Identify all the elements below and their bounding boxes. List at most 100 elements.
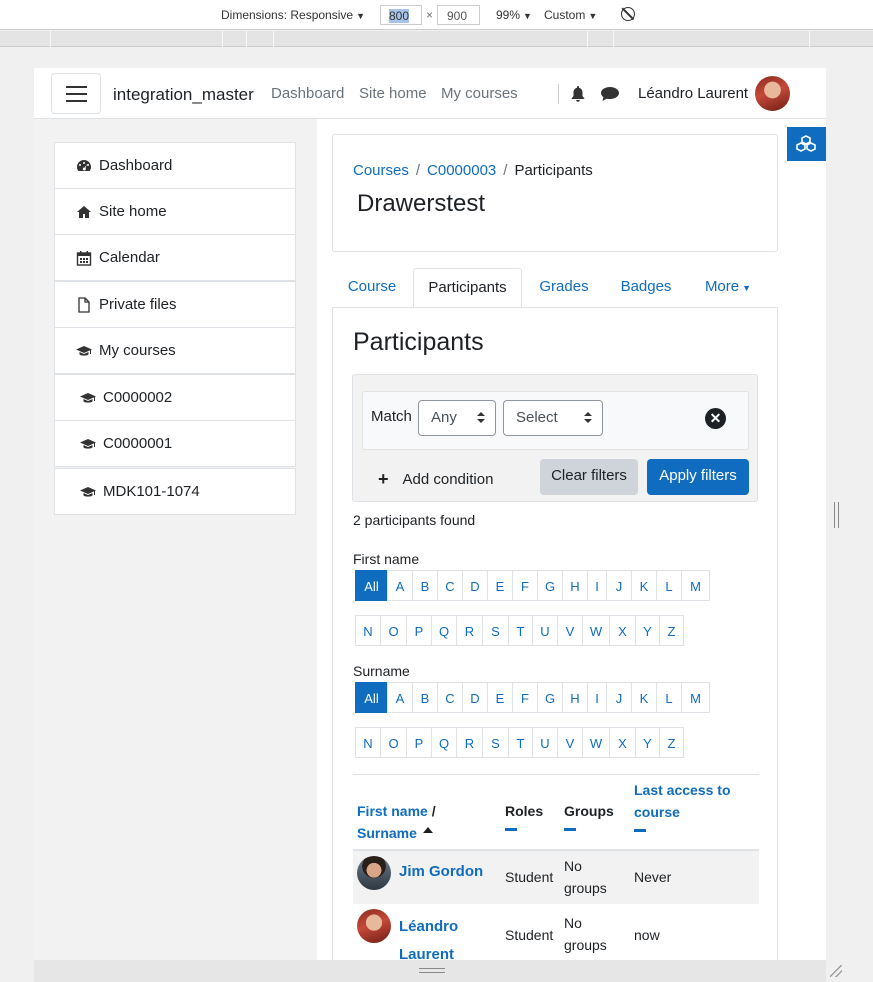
first-name-initial-k[interactable]: K bbox=[631, 570, 657, 601]
nav-link-my-courses[interactable]: My courses bbox=[441, 85, 518, 102]
first-name-initial-r[interactable]: R bbox=[456, 615, 483, 646]
first-name-initial-all[interactable]: All bbox=[355, 570, 388, 601]
drawer-toggle-button[interactable] bbox=[51, 73, 101, 114]
surname-initial-q[interactable]: Q bbox=[431, 727, 457, 758]
sort-first-name-link[interactable]: First name bbox=[357, 803, 428, 819]
collapse-column-icon[interactable] bbox=[634, 829, 646, 832]
resize-bar-bottom[interactable] bbox=[34, 960, 826, 982]
nav-link-dashboard[interactable]: Dashboard bbox=[271, 85, 344, 102]
drawer-item-my-courses[interactable]: My courses bbox=[54, 327, 296, 374]
drawer-item-course-c0000001[interactable]: C0000001 bbox=[54, 420, 296, 467]
first-name-initial-n[interactable]: N bbox=[355, 615, 381, 646]
first-name-initial-p[interactable]: P bbox=[406, 615, 432, 646]
first-name-initial-a[interactable]: A bbox=[387, 570, 413, 601]
surname-initial-f[interactable]: F bbox=[512, 682, 538, 713]
surname-initial-y[interactable]: Y bbox=[635, 727, 660, 758]
tab-badges[interactable]: Badges bbox=[605, 268, 687, 308]
drawer-item-dashboard[interactable]: Dashboard bbox=[54, 142, 296, 189]
first-name-initial-w[interactable]: W bbox=[582, 615, 610, 646]
drawer-item-site-home[interactable]: Site home bbox=[54, 188, 296, 235]
surname-initial-t[interactable]: T bbox=[508, 727, 533, 758]
surname-initial-i[interactable]: I bbox=[587, 682, 607, 713]
first-name-initial-y[interactable]: Y bbox=[635, 615, 660, 646]
surname-initial-d[interactable]: D bbox=[462, 682, 488, 713]
surname-initial-z[interactable]: Z bbox=[659, 727, 684, 758]
drawer-item-calendar[interactable]: Calendar bbox=[54, 234, 296, 281]
surname-initial-r[interactable]: R bbox=[456, 727, 483, 758]
match-select[interactable]: Any bbox=[418, 400, 496, 436]
surname-initial-k[interactable]: K bbox=[631, 682, 657, 713]
surname-initial-h[interactable]: H bbox=[562, 682, 588, 713]
resize-handle-corner[interactable] bbox=[830, 965, 842, 977]
first-name-initial-j[interactable]: J bbox=[606, 570, 632, 601]
surname-initial-v[interactable]: V bbox=[557, 727, 583, 758]
filter-type-select[interactable]: Select bbox=[503, 400, 603, 436]
participant-avatar[interactable] bbox=[357, 856, 391, 890]
first-name-initial-d[interactable]: D bbox=[462, 570, 488, 601]
collapse-column-icon[interactable] bbox=[505, 828, 517, 831]
first-name-initial-l[interactable]: L bbox=[656, 570, 682, 601]
tab-grades[interactable]: Grades bbox=[524, 268, 604, 308]
sort-surname-link[interactable]: Surname bbox=[357, 825, 417, 841]
tab-course[interactable]: Course bbox=[332, 268, 412, 308]
open-block-drawer-button[interactable] bbox=[787, 127, 826, 161]
width-input[interactable]: 800 bbox=[380, 5, 422, 25]
surname-initial-n[interactable]: N bbox=[355, 727, 381, 758]
breadcrumb-courses[interactable]: Courses bbox=[353, 162, 409, 179]
site-name[interactable]: integration_master bbox=[113, 85, 254, 105]
surname-initial-a[interactable]: A bbox=[387, 682, 413, 713]
first-name-initial-t[interactable]: T bbox=[508, 615, 533, 646]
first-name-initial-h[interactable]: H bbox=[562, 570, 588, 601]
surname-initial-s[interactable]: S bbox=[482, 727, 509, 758]
nav-link-site-home[interactable]: Site home bbox=[359, 85, 427, 102]
apply-filters-button[interactable]: Apply filters bbox=[647, 459, 749, 495]
clear-filters-button[interactable]: Clear filters bbox=[540, 459, 638, 495]
surname-initial-e[interactable]: E bbox=[487, 682, 513, 713]
drawer-item-private-files[interactable]: Private files bbox=[54, 281, 296, 328]
surname-initial-l[interactable]: L bbox=[656, 682, 682, 713]
surname-initial-j[interactable]: J bbox=[606, 682, 632, 713]
first-name-initial-e[interactable]: E bbox=[487, 570, 513, 601]
participant-name-link[interactable]: Léandro Laurent bbox=[357, 913, 477, 960]
dimensions-dropdown[interactable]: Dimensions: Responsive ▼ bbox=[221, 8, 365, 22]
surname-initial-all[interactable]: All bbox=[355, 682, 388, 713]
breadcrumb-course[interactable]: C0000003 bbox=[427, 162, 496, 179]
surname-initial-g[interactable]: G bbox=[537, 682, 563, 713]
add-condition-button[interactable]: + Add condition bbox=[378, 468, 493, 489]
surname-initial-m[interactable]: M bbox=[681, 682, 710, 713]
zoom-dropdown[interactable]: 99% ▼ bbox=[496, 8, 532, 22]
surname-initial-w[interactable]: W bbox=[582, 727, 610, 758]
collapse-column-icon[interactable] bbox=[564, 828, 576, 831]
first-name-initial-s[interactable]: S bbox=[482, 615, 509, 646]
first-name-initial-z[interactable]: Z bbox=[659, 615, 684, 646]
drawer-item-course-mdk101-1074[interactable]: MDK101-1074 bbox=[54, 468, 296, 515]
first-name-initial-o[interactable]: O bbox=[380, 615, 407, 646]
tab-participants[interactable]: Participants bbox=[413, 268, 522, 308]
surname-initial-u[interactable]: U bbox=[532, 727, 558, 758]
first-name-initial-f[interactable]: F bbox=[512, 570, 538, 601]
first-name-initial-g[interactable]: G bbox=[537, 570, 563, 601]
tab-more[interactable]: More ▼ bbox=[688, 268, 768, 308]
height-input[interactable]: 900 bbox=[437, 5, 480, 25]
surname-initial-p[interactable]: P bbox=[406, 727, 432, 758]
first-name-initial-x[interactable]: X bbox=[609, 615, 636, 646]
throttle-dropdown[interactable]: Custom ▼ bbox=[544, 8, 597, 22]
resize-handle-bottom[interactable] bbox=[419, 968, 445, 973]
disable-touch-icon[interactable] bbox=[621, 7, 635, 21]
resize-handle-right[interactable] bbox=[834, 502, 839, 528]
user-avatar[interactable] bbox=[755, 76, 790, 111]
first-name-initial-i[interactable]: I bbox=[587, 570, 607, 601]
first-name-initial-b[interactable]: B bbox=[412, 570, 438, 601]
surname-initial-x[interactable]: X bbox=[609, 727, 636, 758]
user-name[interactable]: Léandro Laurent bbox=[638, 85, 748, 102]
participant-name-link[interactable]: Jim Gordon bbox=[399, 861, 483, 883]
surname-initial-c[interactable]: C bbox=[437, 682, 463, 713]
surname-initial-b[interactable]: B bbox=[412, 682, 438, 713]
first-name-initial-u[interactable]: U bbox=[532, 615, 558, 646]
first-name-initial-v[interactable]: V bbox=[557, 615, 583, 646]
surname-initial-o[interactable]: O bbox=[380, 727, 407, 758]
sort-last-access-link[interactable]: Last access to course bbox=[634, 782, 731, 820]
first-name-initial-c[interactable]: C bbox=[437, 570, 463, 601]
first-name-initial-m[interactable]: M bbox=[681, 570, 710, 601]
remove-filter-icon[interactable]: ✕ bbox=[705, 408, 726, 429]
